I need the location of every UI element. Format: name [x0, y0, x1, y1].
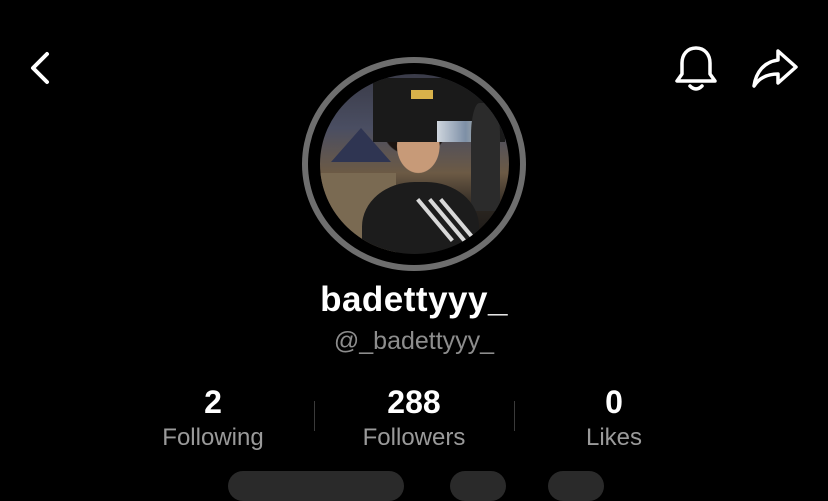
followers-label: Followers — [362, 424, 466, 451]
following-label: Following — [162, 424, 264, 451]
avatar[interactable] — [320, 74, 509, 254]
following-stat[interactable]: 2 Following — [113, 382, 313, 454]
more-options-button[interactable] — [548, 471, 604, 501]
username-handle: @_badettyyy_ — [333, 327, 495, 355]
display-name: badettyyy_ — [320, 280, 508, 319]
chevron-left-icon — [31, 52, 49, 84]
bell-icon — [675, 46, 717, 91]
following-count: 2 — [204, 384, 222, 420]
likes-label: Likes — [585, 424, 643, 451]
followers-stat[interactable]: 288 Followers — [314, 382, 514, 454]
follow-button[interactable] — [228, 471, 404, 501]
likes-count: 0 — [605, 384, 623, 420]
likes-stat[interactable]: 0 Likes — [514, 382, 714, 454]
share-button[interactable] — [746, 40, 804, 96]
back-button[interactable] — [14, 42, 66, 94]
share-arrow-icon — [752, 49, 798, 88]
message-button[interactable] — [450, 471, 506, 501]
notification-button[interactable] — [668, 40, 724, 96]
followers-count: 288 — [387, 384, 441, 420]
